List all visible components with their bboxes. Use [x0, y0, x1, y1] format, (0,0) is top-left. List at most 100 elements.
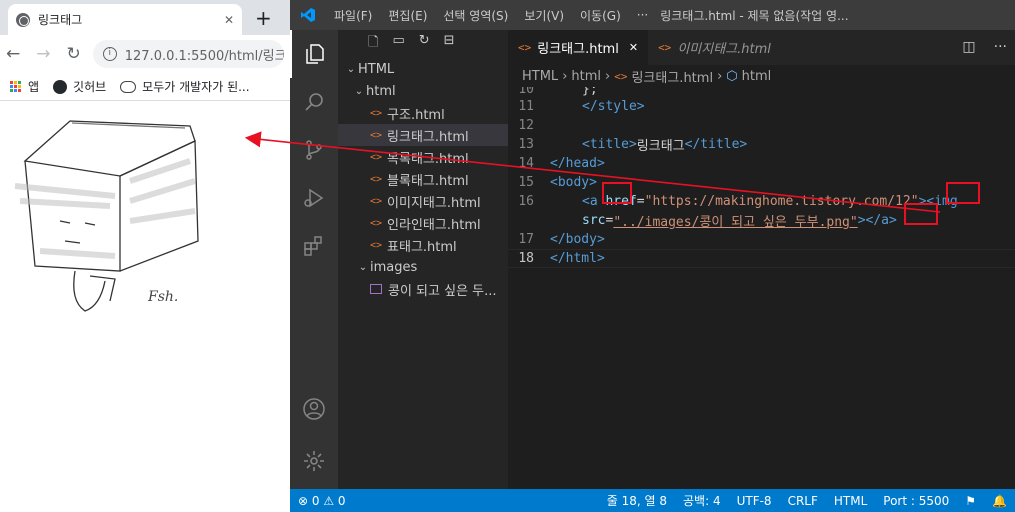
chevron-down-icon: ⌄	[354, 85, 364, 97]
code-line-current: 18 </html>	[508, 249, 1015, 268]
line-number: 17	[518, 232, 534, 247]
breadcrumb-item[interactable]: HTML	[522, 69, 558, 84]
encoding-status[interactable]: UTF-8	[729, 494, 780, 508]
code-text: >	[857, 213, 866, 228]
bookmark-apps[interactable]: 앱	[10, 78, 39, 95]
more-actions-icon[interactable]: ···	[994, 39, 1007, 55]
tree-file[interactable]: <> 인라인태그.html	[338, 212, 508, 234]
browser-toolbar: ← → ↻ i 127.0.0.1:5500/html/링크	[0, 35, 290, 73]
reload-button[interactable]: ↻	[67, 44, 81, 64]
code-line: 11 </style>	[508, 97, 1015, 116]
code-line: 15 <body>	[508, 173, 1015, 192]
window-title: 링크태그.html - 제목 없음(작업 영...	[660, 8, 849, 23]
html-file-icon: <>	[370, 129, 383, 141]
browser-tab[interactable]: 링크태그 ✕	[8, 4, 242, 35]
chevron-right-icon: ›	[562, 68, 568, 84]
close-icon[interactable]: ✕	[629, 41, 638, 54]
drawing-signature: Fsh.	[147, 289, 178, 305]
tab-image-tag[interactable]: <> 이미지태그.html	[648, 30, 781, 65]
info-icon[interactable]: i	[102, 47, 117, 61]
annotation-box	[904, 203, 938, 225]
eol-status[interactable]: CRLF	[780, 494, 826, 508]
live-server-port[interactable]: Port : 5500	[875, 494, 957, 508]
menu-edit[interactable]: 편집(E)	[380, 7, 435, 24]
close-icon[interactable]: ✕	[224, 13, 234, 27]
indentation-status[interactable]: 공백: 4	[675, 492, 729, 509]
language-mode[interactable]: HTML	[826, 494, 875, 508]
bookmark-github[interactable]: 깃허브	[53, 78, 106, 95]
menu-go[interactable]: 이동(G)	[572, 7, 629, 24]
code-line: 10 };	[508, 87, 1015, 97]
code-text: src	[582, 213, 606, 228]
source-control-icon[interactable]	[290, 126, 338, 174]
menu-file[interactable]: 파일(F)	[326, 7, 380, 24]
run-debug-icon[interactable]	[290, 174, 338, 222]
bookmark-label: 모두가 개발자가 된...	[142, 80, 250, 94]
tree-file[interactable]: 콩이 되고 싶은 두...	[338, 278, 508, 300]
search-icon[interactable]	[290, 78, 338, 126]
settings-gear-icon[interactable]	[290, 437, 338, 485]
linked-image[interactable]: Fsh.	[0, 101, 290, 512]
menu-more[interactable]: ···	[629, 8, 656, 22]
tree-file-selected[interactable]: <> 링크태그.html	[338, 124, 508, 146]
new-file-icon[interactable]: 🗋	[368, 33, 378, 52]
explorer-icon[interactable]	[290, 30, 338, 78]
vscode-window: 파일(F) 편집(E) 선택 영역(S) 보기(V) 이동(G) ··· 링크태…	[290, 0, 1015, 512]
forward-button[interactable]: →	[36, 44, 50, 64]
line-number: 10	[518, 87, 534, 97]
code-text: </title>	[684, 137, 748, 152]
tree-file[interactable]: <> 표태그.html	[338, 234, 508, 256]
code-line: src = "../images/콩이 되고 싶은 두부.png" > </a>	[508, 211, 1015, 230]
bookmarks-bar: 앱 깃허브 모두가 개발자가 된...	[0, 73, 290, 101]
menu-view[interactable]: 보기(V)	[516, 7, 572, 24]
bookmark-blog[interactable]: 모두가 개발자가 된...	[120, 78, 250, 95]
line-number: 11	[518, 99, 534, 114]
breadcrumb-item[interactable]: html	[742, 69, 772, 84]
code-line: 17 </body>	[508, 230, 1015, 249]
chevron-right-icon: ›	[605, 68, 611, 84]
code-text: "../images/콩이 되고 싶은 두부.png"	[613, 215, 858, 230]
tab-link-tag[interactable]: <> 링크태그.html ✕	[508, 30, 649, 65]
tree-folder-images[interactable]: ⌄ images	[338, 256, 508, 278]
tree-folder-html[interactable]: ⌄ html	[338, 80, 508, 102]
code-editor[interactable]: 10 }; 11 </style> 12 13 <title> 링크태그 </tit…	[508, 87, 1015, 489]
extensions-icon[interactable]	[290, 222, 338, 270]
breadcrumb-item[interactable]: 링크태그.html	[631, 67, 713, 86]
address-bar[interactable]: i 127.0.0.1:5500/html/링크	[92, 40, 284, 68]
image-file-icon	[370, 284, 382, 294]
problems-status[interactable]: ⊗ 0 ⚠ 0	[290, 494, 354, 508]
feedback-icon[interactable]: ⚑	[957, 494, 984, 508]
html-file-icon: <>	[370, 173, 383, 185]
refresh-icon[interactable]: ↻	[419, 33, 430, 52]
chevron-right-icon: ›	[717, 68, 723, 84]
browser-tabstrip: 링크태그 ✕ +	[0, 0, 290, 35]
menu-selection[interactable]: 선택 영역(S)	[435, 7, 516, 24]
apps-grid-icon	[10, 80, 22, 93]
back-button[interactable]: ←	[6, 44, 20, 64]
notifications-bell-icon[interactable]: 🔔	[984, 494, 1015, 508]
tree-label: 이미지태그.html	[387, 195, 481, 211]
line-number: 14	[518, 156, 534, 171]
tree-file[interactable]: <> 구조.html	[338, 102, 508, 124]
tree-file[interactable]: <> 블록태그.html	[338, 168, 508, 190]
tree-file[interactable]: <> 목록태그.html	[338, 146, 508, 168]
split-editor-icon[interactable]: ◫	[962, 39, 975, 55]
tree-label: images	[370, 259, 418, 275]
cursor-position[interactable]: 줄 18, 열 8	[599, 492, 675, 509]
breadcrumb-item[interactable]: html	[571, 69, 601, 84]
html-file-icon: <>	[370, 195, 383, 207]
new-tab-button[interactable]: +	[255, 6, 272, 30]
tree-label: 인라인태그.html	[387, 217, 481, 233]
collapse-all-icon[interactable]: ⊟	[444, 33, 455, 52]
tree-file[interactable]: <> 이미지태그.html	[338, 190, 508, 212]
url-text: 127.0.0.1:5500/html/링크	[124, 48, 284, 64]
tab-label: 이미지태그.html	[677, 42, 771, 57]
account-icon[interactable]	[290, 385, 338, 433]
tree-root-html[interactable]: ⌄ HTML	[338, 58, 508, 80]
new-folder-icon[interactable]: ▭	[392, 33, 404, 52]
line-number: 18	[518, 251, 534, 266]
line-number: 13	[518, 137, 534, 152]
line-number: 16	[518, 194, 534, 209]
explorer-sidebar: 🗋 ▭ ↻ ⊟ ⌄ HTML ⌄ html <> 구조.html <> 링크태그…	[338, 30, 508, 489]
vscode-titlebar: 파일(F) 편집(E) 선택 영역(S) 보기(V) 이동(G) ··· 링크태…	[290, 0, 1015, 30]
